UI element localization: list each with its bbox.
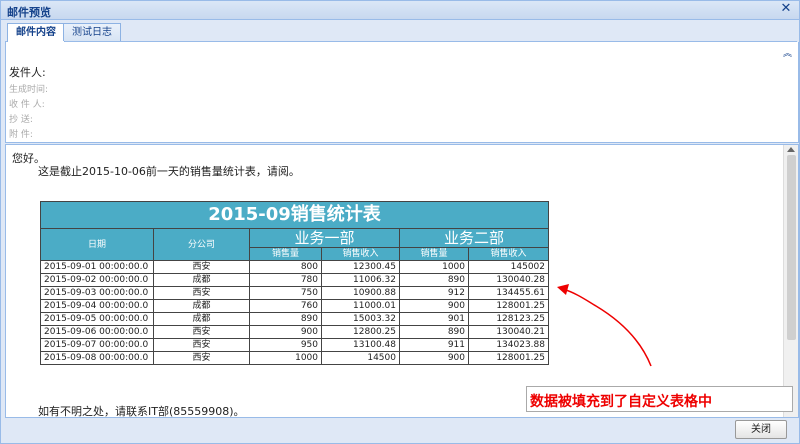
cell-dept1-qty: 1000 [249, 351, 322, 365]
table-row: 2015-09-04 00:00:00.0 成都 760 11000.01 900 128… [40, 299, 549, 313]
generated-time-label: 生成时间: [9, 85, 49, 95]
cell-date: 2015-09-05 00:00:00.0 [40, 312, 154, 326]
cell-dept2-rev: 130040.21 [468, 325, 549, 339]
table-title: 2015-09销售统计表 [40, 201, 549, 229]
intro-text: 这是截止2015-10-06前一天的销售量统计表，请阅。 [38, 165, 300, 178]
cell-dept2-rev: 134455.61 [468, 286, 549, 300]
cell-date: 2015-09-01 00:00:00.0 [40, 260, 154, 274]
mail-header-panel: ︽ 发件人: 生成时间: 收 件 人: 抄 送: 附 件: [5, 42, 799, 143]
cell-dept1-qty: 890 [249, 312, 322, 326]
cell-dept1-qty: 780 [249, 273, 322, 287]
sales-stats-table: 2015-09销售统计表 日期 分公司 业务一部 业务二部 销售量 销售收入 销… [40, 201, 549, 365]
cell-dept2-rev: 128001.25 [468, 351, 549, 365]
tab-mail-content[interactable]: 邮件内容 [7, 23, 65, 42]
cell-date: 2015-09-07 00:00:00.0 [40, 338, 154, 352]
cell-dept2-rev: 130040.28 [468, 273, 549, 287]
cell-branch: 西安 [153, 325, 250, 339]
cell-dept2-rev: 128123.25 [468, 312, 549, 326]
window-title: 邮件预览 [7, 6, 51, 19]
attachment-label: 附 件: [9, 130, 33, 140]
cell-dept2-rev: 145002 [468, 260, 549, 274]
close-icon[interactable]: ✕ [779, 2, 793, 16]
dept2-qty-header: 销售量 [399, 247, 469, 261]
cell-dept1-rev: 12300.45 [321, 260, 400, 274]
cell-branch: 西安 [153, 351, 250, 365]
cell-dept2-qty: 912 [399, 286, 469, 300]
cell-dept2-qty: 890 [399, 273, 469, 287]
col-header-branch: 分公司 [153, 228, 250, 261]
table-row: 2015-09-01 00:00:00.0 西安 800 12300.45 1000 14… [40, 260, 549, 274]
mail-body-panel: 您好。 这是截止2015-10-06前一天的销售量统计表，请阅。 2015-09… [5, 144, 799, 418]
dept2-rev-header: 销售收入 [468, 247, 549, 261]
cell-branch: 成都 [153, 299, 250, 313]
table-row: 2015-09-08 00:00:00.0 西安 1000 14500 900 12800… [40, 351, 549, 365]
table-row: 2015-09-02 00:00:00.0 成都 780 11006.32 890 130… [40, 273, 549, 287]
scroll-up-icon[interactable] [787, 147, 795, 152]
cell-dept1-rev: 11000.01 [321, 299, 400, 313]
cell-dept2-qty: 1000 [399, 260, 469, 274]
dept2-header: 业务二部 [399, 228, 549, 248]
col-header-date: 日期 [40, 228, 154, 261]
annotation-text: 数据被填充到了自定义表格中 [530, 394, 712, 410]
dept1-qty-header: 销售量 [249, 247, 322, 261]
tab-bar: 邮件内容 测试日志 [5, 21, 797, 42]
sender-label: 发件人: [9, 66, 46, 79]
cell-dept1-rev: 10900.88 [321, 286, 400, 300]
cell-dept2-rev: 128001.25 [468, 299, 549, 313]
tab-test-log[interactable]: 测试日志 [63, 23, 121, 41]
cell-dept1-rev: 15003.32 [321, 312, 400, 326]
red-curved-arrow [557, 284, 652, 367]
cell-date: 2015-09-04 00:00:00.0 [40, 299, 154, 313]
cell-dept1-rev: 14500 [321, 351, 400, 365]
close-button[interactable]: 关闭 [735, 420, 787, 439]
cell-dept1-qty: 950 [249, 338, 322, 352]
cell-branch: 成都 [153, 273, 250, 287]
cell-branch: 西安 [153, 338, 250, 352]
cell-dept2-rev: 134023.88 [468, 338, 549, 352]
cell-date: 2015-09-08 00:00:00.0 [40, 351, 154, 365]
footer-note: 如有不明之处，请联系IT部(85559908)。 [38, 405, 245, 418]
table-row: 2015-09-05 00:00:00.0 成都 890 15003.32 901 128… [40, 312, 549, 326]
scroll-thumb[interactable] [787, 155, 796, 340]
annotation-box: 数据被填充到了自定义表格中 [526, 386, 793, 412]
cell-dept1-rev: 12800.25 [321, 325, 400, 339]
recipient-label: 收 件 人: [9, 100, 45, 110]
cell-dept1-qty: 800 [249, 260, 322, 274]
cell-dept1-rev: 13100.48 [321, 338, 400, 352]
cell-branch: 西安 [153, 260, 250, 274]
cell-date: 2015-09-03 00:00:00.0 [40, 286, 154, 300]
mail-preview-window: 邮件预览 ✕ 邮件内容 测试日志 ︽ 发件人: 生成时间: 收 件 人: 抄 送… [0, 0, 800, 444]
title-bar: 邮件预览 ✕ [1, 1, 799, 20]
cc-label: 抄 送: [9, 115, 33, 125]
table-row: 2015-09-03 00:00:00.0 西安 750 10900.88 912 134… [40, 286, 549, 300]
cell-dept1-rev: 11006.32 [321, 273, 400, 287]
dept1-rev-header: 销售收入 [321, 247, 400, 261]
table-row: 2015-09-06 00:00:00.0 西安 900 12800.25 890 130… [40, 325, 549, 339]
cell-date: 2015-09-02 00:00:00.0 [40, 273, 154, 287]
table-row: 2015-09-07 00:00:00.0 西安 950 13100.48 911 134… [40, 338, 549, 352]
cell-dept2-qty: 900 [399, 299, 469, 313]
cell-branch: 西安 [153, 286, 250, 300]
cell-dept2-qty: 911 [399, 338, 469, 352]
cell-dept1-qty: 900 [249, 325, 322, 339]
cell-date: 2015-09-06 00:00:00.0 [40, 325, 154, 339]
cell-dept1-qty: 760 [249, 299, 322, 313]
double-chevron-up-icon[interactable]: ︽ [783, 46, 792, 59]
dept1-header: 业务一部 [249, 228, 400, 248]
cell-dept2-qty: 901 [399, 312, 469, 326]
cell-branch: 成都 [153, 312, 250, 326]
vertical-scrollbar[interactable] [783, 145, 798, 417]
cell-dept1-qty: 750 [249, 286, 322, 300]
cell-dept2-qty: 890 [399, 325, 469, 339]
cell-dept2-qty: 900 [399, 351, 469, 365]
